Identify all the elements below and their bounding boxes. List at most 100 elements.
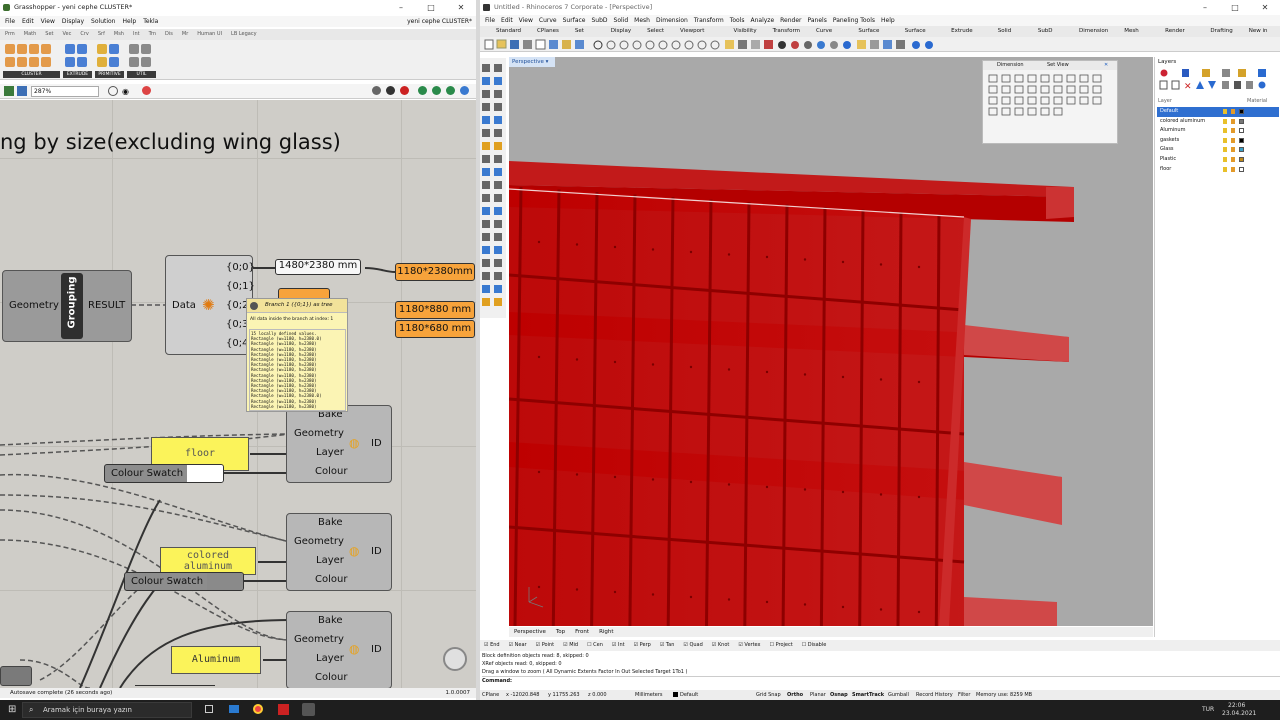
bake-component-aluminum[interactable]: Bake Geometry Layer Colour ◍ ID [286,611,392,688]
cluster-icon[interactable] [5,57,15,67]
layer-row[interactable]: colored aluminum [1157,117,1279,127]
tool-icon[interactable] [494,129,502,137]
rhino-menu-item[interactable]: Transform [694,15,724,26]
tab-vector[interactable]: Vec [63,29,72,40]
rhino-menu-item[interactable]: Panels [808,15,827,26]
bake-input-colour[interactable]: Colour [315,672,347,683]
gh-menu-help[interactable]: Help [123,16,137,27]
clock-time[interactable]: 22:06 [1228,702,1245,709]
layer-color-swatch[interactable] [1239,137,1244,143]
gh-menu-display[interactable]: Display [62,16,84,27]
bake-input-geometry[interactable]: Geometry [294,634,344,645]
primitive-icon[interactable] [109,57,119,67]
tab-curve-tools[interactable]: Curve Tools [808,26,850,45]
layer-color-swatch[interactable] [1239,147,1244,153]
minimize-button[interactable]: – [386,0,416,15]
mesh-settings-icon[interactable] [432,86,441,95]
rhino-menu-item[interactable]: File [485,15,495,26]
layer-color-swatch[interactable] [1239,128,1244,134]
snap-tan[interactable]: ☑ Tan [660,640,675,651]
util-icon[interactable] [129,44,139,54]
layer-row[interactable]: Default [1157,107,1279,117]
layer-color-swatch[interactable] [1239,157,1244,162]
layer-panel-colored-aluminum[interactable]: colored aluminum [160,547,256,575]
tab-dimension[interactable]: Dimension [1071,26,1116,37]
tool-icon[interactable] [494,298,502,306]
tab-sets[interactable]: Set [45,29,53,40]
tab-human-ui[interactable]: Human UI [197,29,222,40]
gh-menu-tekla[interactable]: Tekla [143,16,158,27]
dimension-tool-icon[interactable] [1079,96,1089,105]
tool-icon[interactable] [482,77,490,85]
tab-mesh[interactable]: Msh [114,29,124,40]
tab-dimension[interactable]: Dimension [997,61,1024,70]
gh-menu-file[interactable]: File [5,16,15,27]
zoom-field[interactable]: 287% [31,86,99,97]
tab-intersect[interactable]: Int [133,29,140,40]
dimension-tool-icon[interactable] [1001,96,1011,105]
dimension-tool-icon[interactable] [1040,74,1050,83]
rhino-menu-item[interactable]: Help [881,15,895,26]
tab-visibility[interactable]: Visibility [726,26,765,37]
dimension-icons[interactable] [987,73,1115,118]
bake-component-floor[interactable]: Bake Geometry Layer Colour ◍ ID [286,405,392,483]
tab-mesh-tools[interactable]: Mesh Tools [1116,26,1157,45]
bake-input-layer[interactable]: Layer [316,447,344,458]
tab-standard[interactable]: Standard [488,26,529,37]
lock-icon[interactable] [1231,128,1235,134]
snap-knot[interactable]: ☑ Knot [712,640,730,651]
layer-row[interactable]: Glass [1157,145,1279,155]
status-smarttrack[interactable]: SmartTrack [852,690,884,700]
mail-icon[interactable] [229,705,239,713]
minimize-button[interactable]: – [1190,0,1220,15]
snap-near[interactable]: ☑ Near [509,640,527,651]
rhino-taskbar-icon[interactable] [302,703,315,716]
bake-output-id[interactable]: ID [371,546,382,557]
explode-tree-component[interactable]: Data ✺ {0;0} {0;1} {0;2 {0;3 {0;4 [165,255,255,355]
gh-canvas[interactable]: ng by size(excluding wing glass) Geometr… [0,100,476,688]
tab-top[interactable]: Top [556,627,565,637]
tab-maths[interactable]: Math [24,29,37,40]
snap-perp[interactable]: ☑ Perp [634,640,651,651]
preview-selected-icon[interactable] [400,86,409,95]
dimension-tool-icon[interactable] [1092,96,1102,105]
language-indicator[interactable]: TUR [1202,706,1214,713]
visibility-icon[interactable] [1223,128,1227,134]
dimension-tool-icon[interactable] [1066,85,1076,94]
zoom-extents-icon[interactable] [108,86,118,96]
left-toolbar-icons[interactable] [480,58,506,318]
status-units[interactable]: Millimeters [635,690,663,700]
tab-surface[interactable]: Srf [98,29,105,40]
lock-icon[interactable] [1231,147,1235,153]
lock-icon[interactable] [1231,157,1235,162]
tab-surface-tools[interactable]: Surface Tools [850,26,896,45]
visibility-icon[interactable] [1223,166,1227,172]
sketch-icon[interactable] [142,86,151,95]
tool-icon[interactable] [494,220,502,228]
tool-icon[interactable] [482,142,490,150]
tab-viewport-layout[interactable]: Viewport Layout [672,26,726,45]
tool-icon[interactable] [494,77,502,85]
dimension-tool-icon[interactable] [1053,85,1063,94]
tool-icon[interactable] [482,155,490,163]
grid-icon[interactable] [446,86,455,95]
tab-render-tools[interactable]: Render Tools [1157,26,1202,45]
rhino-menu-item[interactable]: Render [780,15,801,26]
standard-toolbar-icons[interactable] [480,37,950,52]
tool-icon[interactable] [482,103,490,111]
rhino-menu-item[interactable]: SubD [591,15,607,26]
dimension-tool-icon[interactable] [1027,85,1037,94]
bake-output-id[interactable]: ID [371,438,382,449]
tool-icon[interactable] [482,272,490,280]
util-icon[interactable] [141,57,151,67]
snap-mid[interactable]: ☑ Mid [563,640,578,651]
command-prompt[interactable]: Command: [482,676,1280,685]
rhino-menu-item[interactable]: Analyze [751,15,775,26]
tool-icon[interactable] [494,168,502,176]
dimension-tool-icon[interactable] [1040,96,1050,105]
bake-input-colour[interactable]: Colour [315,574,347,585]
maximize-button[interactable]: □ [1220,0,1250,15]
start-icon[interactable]: ⊞ [8,704,16,715]
viewport-title[interactable]: Perspective ▾ [509,57,555,67]
dimension-tool-icon[interactable] [1092,74,1102,83]
